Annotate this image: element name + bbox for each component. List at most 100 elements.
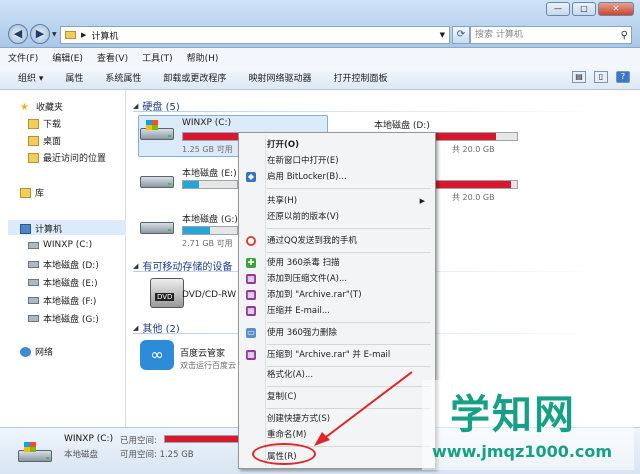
search-icon[interactable]: ⚲: [621, 28, 628, 44]
baidu-cloud-item[interactable]: ∞ 百度云管家 双击运行百度云: [140, 340, 240, 376]
menu-help[interactable]: 帮助(H): [187, 51, 219, 64]
library-icon: [20, 187, 31, 198]
details-usage-bar: [164, 435, 244, 443]
360-delete-icon: ▭: [246, 328, 256, 338]
drive-e[interactable]: 本地磁盘 (E:): [138, 166, 238, 206]
dvd-drive-name: DVD/CD-RW: [182, 290, 237, 300]
open-control-panel-button[interactable]: 打开控制面板: [333, 71, 387, 84]
red-arrow-annotation: [314, 371, 413, 446]
nav-library[interactable]: 库: [20, 186, 44, 199]
recent-places-icon: [28, 152, 39, 163]
nav-desktop[interactable]: 桌面: [28, 134, 61, 147]
menu-compress-email[interactable]: ▦ 压缩并 E-mail...: [241, 303, 433, 319]
drive-g[interactable]: 本地磁盘 (G:) 2.71 GB 可用: [138, 212, 238, 252]
collapse-triangle-icon[interactable]: ◢: [133, 102, 138, 110]
help-icon[interactable]: ?: [616, 71, 630, 83]
menu-add-archive-rar[interactable]: ▦ 添加到 "Archive.rar"(T): [241, 287, 433, 303]
menu-send-qq[interactable]: ● 通过QQ发送到我的手机: [241, 233, 433, 249]
search-input[interactable]: 搜索 计算机 ⚲: [470, 26, 632, 44]
preview-pane-icon[interactable]: ▯: [594, 71, 608, 83]
nav-drive-e[interactable]: 本地磁盘 (E:): [28, 276, 98, 289]
menu-bitlocker[interactable]: ◆ 启用 BitLocker(B)...: [241, 169, 433, 185]
winrar-icon: ▦: [246, 306, 256, 316]
computer-icon: [20, 223, 31, 234]
organize-button[interactable]: 组织 ▾: [18, 71, 43, 84]
address-bar[interactable]: ▶ 计算机 ▼: [60, 26, 450, 44]
uninstall-program-button[interactable]: 卸载或更改程序: [163, 71, 226, 84]
drive-e-usage-bar: [182, 180, 238, 189]
nav-favorites[interactable]: ★ 收藏夹: [20, 100, 63, 114]
properties-button[interactable]: 属性: [65, 71, 83, 84]
watermark-text: 学知网: [450, 392, 576, 438]
menu-view[interactable]: 查看(V): [97, 51, 128, 64]
nav-drive-g[interactable]: 本地磁盘 (G:): [28, 312, 99, 325]
drive-c-name: WINXP (C:): [182, 118, 232, 128]
breadcrumb-computer[interactable]: 计算机: [91, 29, 118, 42]
winrar-icon: ▦: [246, 274, 256, 284]
nav-buttons: ◀ ▶ ▼: [8, 24, 57, 44]
dvd-drive[interactable]: DVD DVD/CD-RW: [150, 278, 240, 314]
nav-drive-e-label: 本地磁盘 (E:): [43, 279, 98, 289]
group-removable[interactable]: ◢ 有可移动存储的设备: [133, 258, 613, 273]
nav-computer-label: 计算机: [35, 225, 63, 235]
menu-360-scan[interactable]: ✚ 使用 360杀毒 扫描: [241, 255, 433, 271]
drive-d-name: 本地磁盘 (D:): [374, 121, 430, 131]
drive-d-total: 共 20.0 GB: [452, 145, 495, 154]
menu-compress-rar-email-label: 压缩到 "Archive.rar" 并 E-mail: [267, 350, 391, 360]
view-options-icon[interactable]: ▤: [572, 71, 586, 83]
map-network-drive-button[interactable]: 映射网络驱动器: [248, 71, 311, 84]
maximize-button[interactable]: □: [572, 2, 596, 16]
group-hard-disks[interactable]: ◢ 硬盘 (5): [133, 98, 613, 113]
menu-restore-versions[interactable]: 还原以前的版本(V): [241, 209, 433, 225]
nav-drive-f[interactable]: 本地磁盘 (F:): [28, 294, 96, 307]
menu-share[interactable]: 共享(H) ▶: [241, 193, 433, 209]
drive-icon: [28, 315, 39, 322]
menu-bar: 文件(F) 编辑(E) 查看(V) 工具(T) 帮助(H): [0, 48, 640, 66]
nav-drive-d[interactable]: 本地磁盘 (D:): [28, 258, 99, 271]
windows-drive-icon: [138, 118, 176, 144]
menu-360-scan-label: 使用 360杀毒 扫描: [267, 258, 340, 268]
qq-penguin-icon: ●: [246, 236, 256, 246]
menu-add-archive[interactable]: ▦ 添加到压缩文件(A)...: [241, 271, 433, 287]
menu-open[interactable]: 打开(O): [241, 137, 433, 153]
back-arrow-icon[interactable]: ◀: [8, 24, 28, 44]
nav-recent[interactable]: 最近访问的位置: [28, 151, 106, 164]
menu-tools[interactable]: 工具(T): [142, 51, 173, 64]
details-drive-name: WINXP (C:): [64, 434, 114, 444]
minimize-button[interactable]: —: [546, 2, 570, 16]
close-button[interactable]: ✕: [598, 2, 634, 16]
menu-file[interactable]: 文件(F): [8, 51, 38, 64]
breadcrumb-chevron-icon[interactable]: ▶: [81, 31, 86, 39]
drive-f-total: 共 20.0 GB: [452, 193, 495, 202]
windows-drive-icon: [16, 440, 56, 462]
drive-g-usage-fill: [183, 227, 210, 234]
menu-restore-label: 还原以前的版本(V): [267, 212, 339, 222]
collapse-triangle-icon[interactable]: ◢: [133, 324, 138, 332]
drive-icon: [28, 279, 39, 286]
menu-add-archive-label: 添加到压缩文件(A)...: [267, 274, 348, 284]
title-bar: — □ ✕ ◀ ▶ ▼ ▶ 计算机 ▼ ⟳ 搜索 计算机 ⚲: [0, 0, 640, 48]
menu-compress-rar-email[interactable]: ▦ 压缩到 "Archive.rar" 并 E-mail: [241, 347, 433, 363]
menu-edit[interactable]: 编辑(E): [52, 51, 83, 64]
address-dropdown-icon[interactable]: ▼: [440, 31, 445, 39]
group-other[interactable]: ◢ 其他 (2): [133, 320, 613, 335]
nav-network[interactable]: 网络: [20, 345, 53, 358]
submenu-arrow-icon: ▶: [419, 197, 425, 205]
menu-open-new-window[interactable]: 在新窗口中打开(E): [241, 153, 433, 169]
system-properties-button[interactable]: 系统属性: [105, 71, 141, 84]
drive-e-name: 本地磁盘 (E:): [182, 169, 237, 179]
forward-arrow-icon[interactable]: ▶: [30, 24, 50, 44]
nav-downloads[interactable]: 下载: [28, 117, 61, 130]
drive-icon: [28, 297, 39, 304]
menu-360-delete[interactable]: ▭ 使用 360强力删除: [241, 325, 433, 341]
history-dropdown-icon[interactable]: ▼: [52, 31, 57, 44]
collapse-triangle-icon[interactable]: ◢: [133, 262, 138, 270]
downloads-folder-icon: [28, 118, 39, 129]
computer-icon: [65, 31, 76, 39]
winrar-icon: ▦: [246, 290, 256, 300]
refresh-icon[interactable]: ⟳: [452, 26, 470, 44]
nav-drive-c[interactable]: WINXP (C:): [28, 240, 92, 250]
nav-computer[interactable]: 计算机: [20, 222, 62, 235]
nav-library-label: 库: [35, 189, 45, 199]
nav-drive-c-label: WINXP (C:): [43, 240, 93, 250]
